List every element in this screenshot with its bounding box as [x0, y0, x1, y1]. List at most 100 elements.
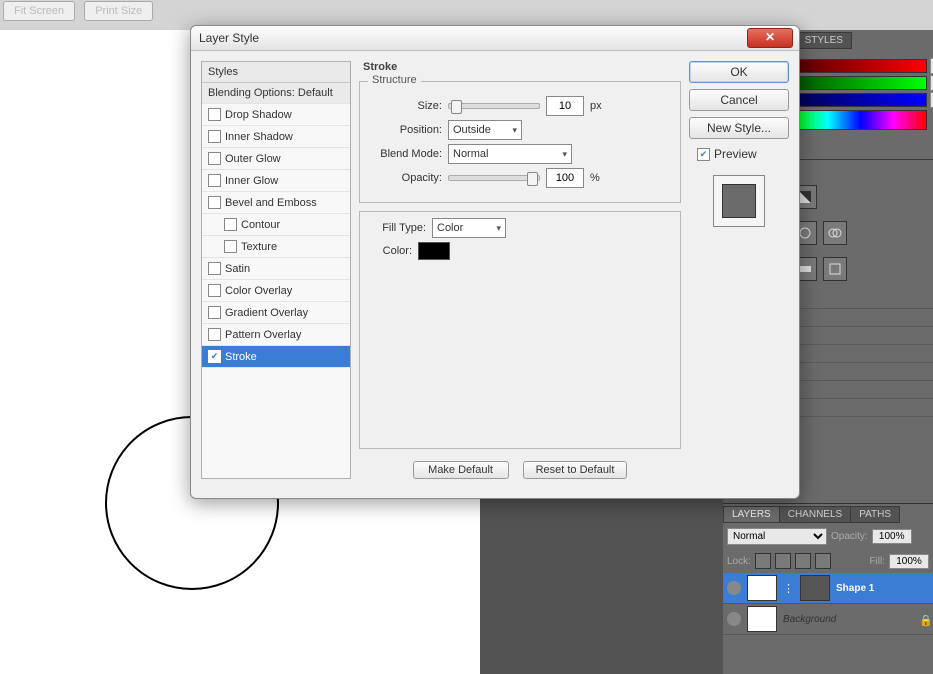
- checkbox[interactable]: [208, 306, 221, 319]
- checkbox[interactable]: [208, 130, 221, 143]
- layer-opacity-input[interactable]: [872, 529, 912, 544]
- preview-checkbox-row[interactable]: ✔ Preview: [689, 145, 789, 163]
- position-dropdown[interactable]: Outside: [448, 120, 522, 140]
- checkbox-checked[interactable]: ✔: [208, 350, 221, 363]
- style-bevel-emboss[interactable]: Bevel and Emboss: [202, 192, 350, 214]
- reset-default-button[interactable]: Reset to Default: [523, 461, 628, 479]
- checkbox[interactable]: [208, 174, 221, 187]
- layer-thumb[interactable]: [747, 606, 777, 632]
- cancel-button[interactable]: Cancel: [689, 89, 789, 111]
- visibility-icon[interactable]: [727, 581, 741, 595]
- style-outer-glow[interactable]: Outer Glow: [202, 148, 350, 170]
- checkbox[interactable]: [224, 218, 237, 231]
- checkbox[interactable]: [208, 196, 221, 209]
- layer-name[interactable]: Shape 1: [836, 583, 874, 594]
- checkbox[interactable]: [208, 284, 221, 297]
- preview-label: Preview: [714, 147, 757, 161]
- style-drop-shadow[interactable]: Drop Shadow: [202, 104, 350, 126]
- dialog-title: Layer Style: [199, 31, 259, 45]
- style-contour[interactable]: Contour: [202, 214, 350, 236]
- opacity-input[interactable]: [546, 168, 584, 188]
- size-input[interactable]: [546, 96, 584, 116]
- size-unit: px: [590, 100, 602, 112]
- layer-fill-input[interactable]: [889, 554, 929, 569]
- new-style-button[interactable]: New Style...: [689, 117, 789, 139]
- layer-row-background[interactable]: Background 🔒: [723, 604, 933, 635]
- slider-handle[interactable]: [451, 100, 462, 114]
- print-size-button[interactable]: Print Size: [84, 1, 153, 21]
- ok-button[interactable]: OK: [689, 61, 789, 83]
- default-buttons: Make Default Reset to Default: [359, 461, 681, 479]
- close-button[interactable]: ✕: [747, 28, 793, 48]
- lock-icon: 🔒: [919, 614, 929, 624]
- color-label: Color:: [372, 245, 412, 257]
- lock-pixels-icon[interactable]: [775, 553, 791, 569]
- lock-transparent-icon[interactable]: [755, 553, 771, 569]
- style-stroke[interactable]: ✔Stroke: [202, 346, 350, 368]
- opacity-label: Opacity:: [372, 172, 442, 184]
- opacity-unit: %: [590, 172, 600, 184]
- layer-opacity-label: Opacity:: [831, 531, 868, 542]
- section-title: Stroke: [363, 61, 681, 73]
- layers-panel-tabs: LAYERS CHANNELS PATHS: [723, 504, 933, 524]
- channels-tab[interactable]: CHANNELS: [779, 506, 851, 523]
- workspace: Fit Screen Print Size SWATCHES STYLES 0 …: [0, 0, 933, 674]
- filltype-label: Fill Type:: [372, 222, 426, 234]
- layer-name[interactable]: Background: [783, 614, 836, 625]
- filltype-dropdown[interactable]: Color: [432, 218, 506, 238]
- vector-mask-thumb[interactable]: [800, 575, 830, 601]
- blend-mode-select[interactable]: Normal: [727, 528, 827, 545]
- stroke-settings: Stroke Structure Size: px Position: Outs…: [359, 61, 681, 479]
- selective-color-icon[interactable]: [823, 257, 847, 281]
- style-satin[interactable]: Satin: [202, 258, 350, 280]
- channel-mixer-icon[interactable]: [823, 221, 847, 245]
- checkbox[interactable]: [208, 108, 221, 121]
- style-pattern-overlay[interactable]: Pattern Overlay: [202, 324, 350, 346]
- blendmode-dropdown[interactable]: Normal: [448, 144, 572, 164]
- opacity-slider[interactable]: [448, 175, 540, 181]
- style-gradient-overlay[interactable]: Gradient Overlay: [202, 302, 350, 324]
- size-slider[interactable]: [448, 103, 540, 109]
- slider-handle[interactable]: [527, 172, 538, 186]
- color-swatch[interactable]: [418, 242, 450, 260]
- lock-label: Lock:: [727, 556, 751, 567]
- fill-fieldset: Fill Type: Color Color:: [359, 211, 681, 449]
- structure-fieldset: Structure Size: px Position: Outside Ble…: [359, 81, 681, 203]
- checkbox[interactable]: [208, 262, 221, 275]
- layers-tab[interactable]: LAYERS: [723, 506, 780, 523]
- lock-all-icon[interactable]: [815, 553, 831, 569]
- size-label: Size:: [372, 100, 442, 112]
- structure-legend: Structure: [368, 74, 421, 86]
- checkbox[interactable]: [208, 328, 221, 341]
- layer-list: ⋮ Shape 1 Background 🔒: [723, 573, 933, 635]
- dialog-titlebar[interactable]: Layer Style ✕: [191, 26, 799, 51]
- paths-tab[interactable]: PATHS: [850, 506, 900, 523]
- styles-tab[interactable]: STYLES: [796, 32, 852, 49]
- layer-row-shape1[interactable]: ⋮ Shape 1: [723, 573, 933, 604]
- preview-inner: [722, 184, 756, 218]
- layers-panel: LAYERS CHANNELS PATHS Normal Opacity: Lo…: [723, 503, 933, 674]
- styles-list: Styles Blending Options: Default Drop Sh…: [201, 61, 351, 479]
- style-blending-options[interactable]: Blending Options: Default: [202, 83, 350, 104]
- dialog-body: Styles Blending Options: Default Drop Sh…: [191, 51, 799, 489]
- checkbox[interactable]: [208, 152, 221, 165]
- blendmode-label: Blend Mode:: [372, 148, 442, 160]
- layer-lock-controls: Lock: Fill:: [723, 549, 933, 573]
- layer-thumb[interactable]: [747, 575, 777, 601]
- fit-screen-button[interactable]: Fit Screen: [3, 1, 75, 21]
- fill-label: Fill:: [869, 556, 885, 567]
- styles-header[interactable]: Styles: [202, 62, 350, 83]
- style-inner-glow[interactable]: Inner Glow: [202, 170, 350, 192]
- style-inner-shadow[interactable]: Inner Shadow: [202, 126, 350, 148]
- visibility-icon[interactable]: [727, 612, 741, 626]
- lock-position-icon[interactable]: [795, 553, 811, 569]
- style-color-overlay[interactable]: Color Overlay: [202, 280, 350, 302]
- make-default-button[interactable]: Make Default: [413, 461, 509, 479]
- preview-checkbox[interactable]: ✔: [697, 148, 710, 161]
- checkbox[interactable]: [224, 240, 237, 253]
- layer-style-dialog: Layer Style ✕ Styles Blending Options: D…: [190, 25, 800, 499]
- style-texture[interactable]: Texture: [202, 236, 350, 258]
- position-label: Position:: [372, 124, 442, 136]
- preview-swatch: [713, 175, 765, 227]
- layer-blend-controls: Normal Opacity:: [723, 524, 933, 549]
